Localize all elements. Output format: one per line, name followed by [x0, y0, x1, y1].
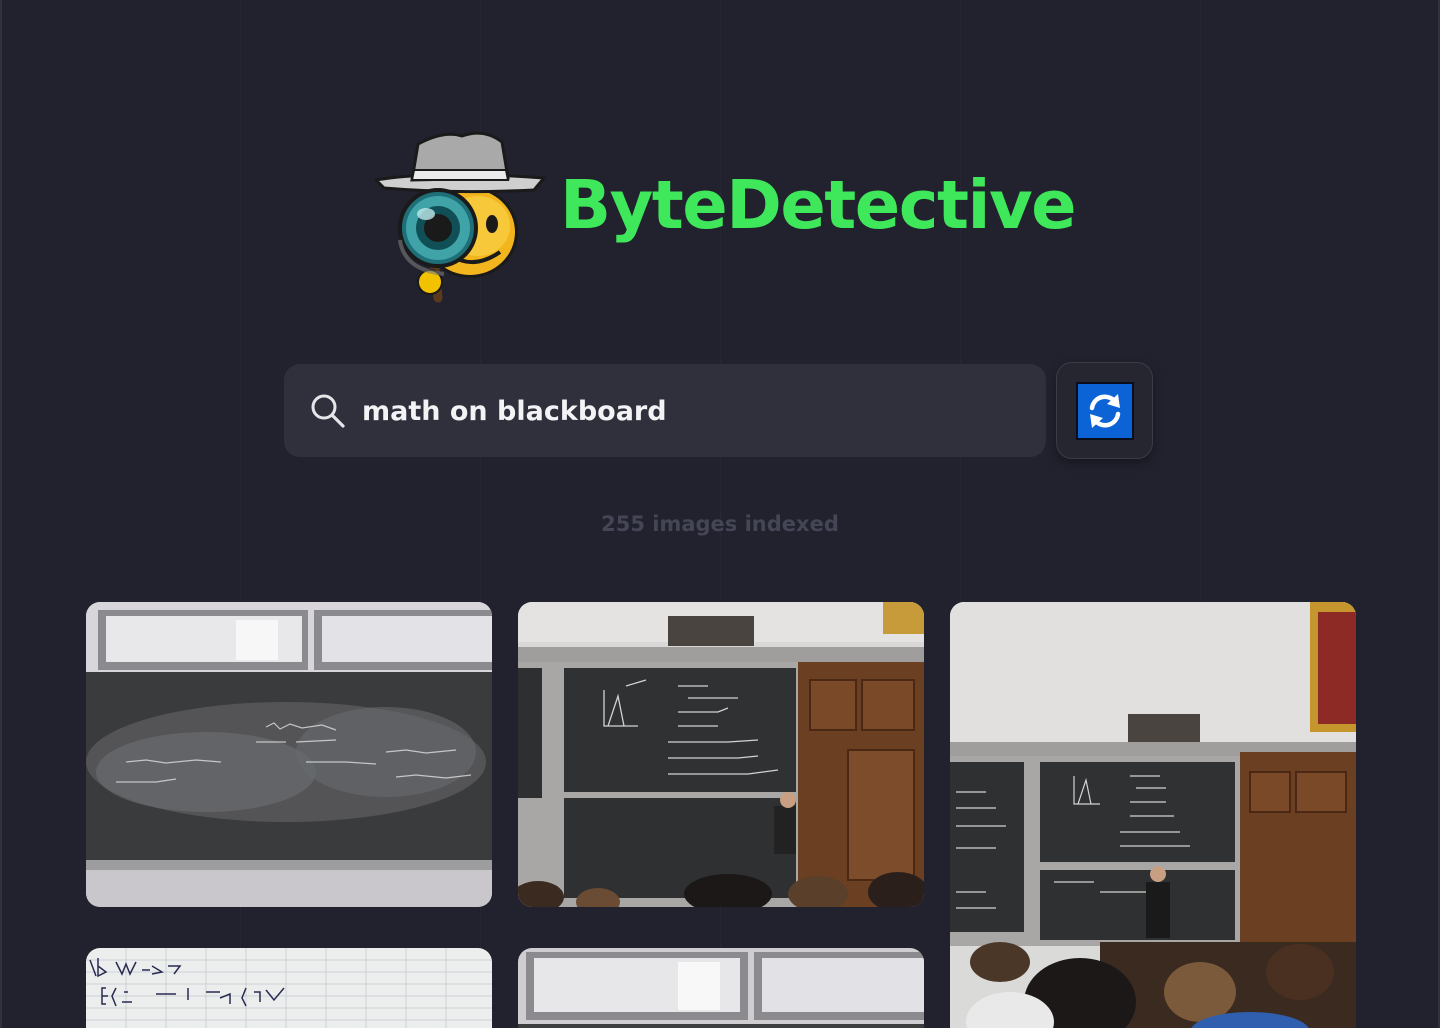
blackboard-lights-image — [518, 948, 924, 1028]
indexed-count-text: 255 images indexed — [601, 512, 839, 536]
search-input[interactable] — [362, 386, 1022, 436]
result-card[interactable] — [518, 948, 924, 1028]
handwritten-notes-image — [86, 948, 492, 1028]
result-card[interactable] — [950, 602, 1356, 1028]
search-bar[interactable] — [284, 364, 1046, 457]
lecture-hall-wide-image — [950, 602, 1356, 1028]
brand-title: ByteDetective — [560, 166, 1077, 244]
search-icon — [311, 394, 345, 428]
result-card[interactable] — [86, 948, 492, 1028]
result-card[interactable] — [518, 602, 924, 907]
blackboard-closeup-image — [86, 602, 492, 907]
refresh-icon — [1076, 382, 1134, 440]
app-page: ByteDetective 255 images indexed — [0, 0, 1440, 1028]
result-card[interactable] — [86, 602, 492, 907]
detective-emoji-icon — [372, 130, 550, 305]
lecture-hall-blackboard-image — [518, 602, 924, 907]
refresh-button[interactable] — [1056, 362, 1153, 459]
